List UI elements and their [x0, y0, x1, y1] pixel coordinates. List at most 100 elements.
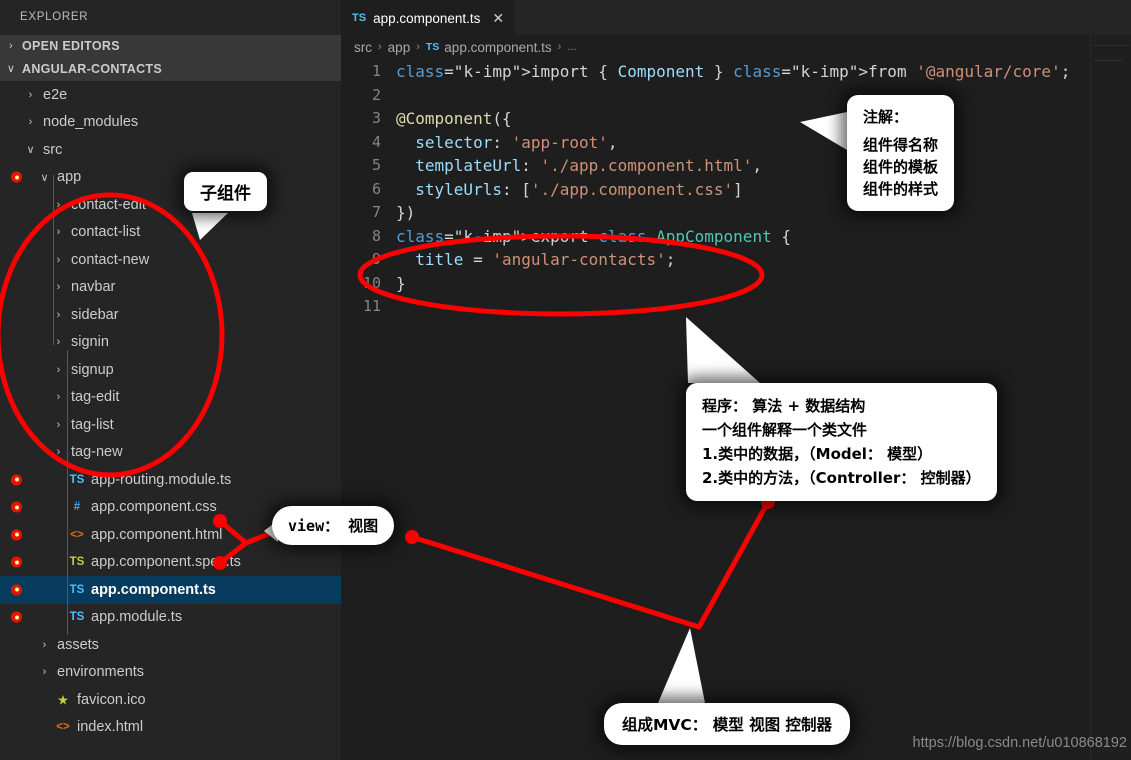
- callout-decorator: 注解： 组件得名称 组件的模板 组件的样式: [847, 95, 955, 211]
- explorer-sidebar: EXPLORER › OPEN EDITORS ∨ ANGULAR-CONTACTS …: [0, 0, 341, 760]
- error-badge-icon: [11, 474, 22, 486]
- chevron-right-icon: ›: [557, 41, 562, 53]
- tree-item-label: app.component.ts: [91, 581, 216, 598]
- code-text: class="k-imp">export class AppComponent …: [396, 226, 791, 246]
- line-number: 4: [371, 132, 381, 151]
- code-text: @Component({: [396, 109, 512, 128]
- callout-mvc: 组成MVC： 模型 视图 控制器: [604, 703, 850, 745]
- line-number: 6: [371, 179, 381, 198]
- vscode-window: EXPLORER › OPEN EDITORS ∨ ANGULAR-CONTACTS …: [0, 0, 1131, 760]
- tree-item-src[interactable]: ∨ src: [0, 136, 341, 164]
- code-text: styleUrls: ['./app.component.css']: [415, 179, 743, 199]
- tree-item-label: index.html: [77, 719, 144, 736]
- tree-item-label: tag-list: [71, 416, 114, 433]
- tree-item-favicon-ico[interactable]: ★ favicon.ico: [0, 686, 341, 714]
- explorer-sections: › OPEN EDITORS ∨ ANGULAR-CONTACTS: [0, 35, 341, 81]
- tree-item-label: app-routing.module.ts: [91, 471, 232, 488]
- watermark: https://blog.csdn.net/u010868192: [912, 735, 1127, 751]
- typescript-file-icon: TS: [352, 12, 367, 24]
- code-line: 5 templateUrl: './app.component.html',: [341, 154, 1131, 178]
- breadcrumb-item-app[interactable]: app: [388, 40, 411, 55]
- breadcrumb-item-file[interactable]: app.component.ts: [444, 40, 551, 55]
- close-icon[interactable]: ✕: [492, 11, 504, 25]
- typescript-file-icon: TS: [425, 41, 440, 53]
- callout-decorator-line1: 组件得名称: [863, 136, 939, 154]
- tree-item-label: src: [43, 141, 63, 158]
- code-text: class="k-imp">import { Component } class…: [396, 62, 1071, 81]
- tree-item-signin[interactable]: › signin: [0, 329, 341, 357]
- tree-item-app[interactable]: ∨ app: [0, 164, 341, 192]
- callout-mvc-text: 组成MVC： 模型 视图 控制器: [622, 716, 832, 734]
- error-badge-icon: [11, 556, 22, 568]
- tree-item-label: contact-new: [71, 251, 150, 268]
- tree-item-navbar[interactable]: › navbar: [0, 274, 341, 302]
- tree-item-index-html[interactable]: <> index.html: [0, 714, 341, 742]
- tree-item-app-component-ts[interactable]: TS app.component.ts: [0, 576, 341, 604]
- tree-item-app-module-ts[interactable]: TS app.module.ts: [0, 604, 341, 632]
- tree-item-label: sidebar: [71, 306, 119, 323]
- tree-item-contact-edit[interactable]: › contact-edit: [0, 191, 341, 219]
- code-line: 9 title = 'angular-contacts';: [341, 248, 1131, 272]
- line-number: 9: [371, 250, 381, 268]
- callout-view-text: view： 视图: [288, 517, 379, 535]
- error-badge-icon: [11, 171, 22, 183]
- chevron-icon: ›: [56, 391, 61, 404]
- line-number: 7: [371, 203, 381, 221]
- chevron-icon: ›: [28, 116, 33, 129]
- code-text: templateUrl: './app.component.html',: [415, 156, 763, 175]
- tree-item-label: contact-edit: [71, 196, 146, 213]
- tree-item-contact-new[interactable]: › contact-new: [0, 246, 341, 274]
- breadcrumb-overflow[interactable]: ...: [567, 41, 576, 53]
- tree-item-label: signup: [71, 361, 114, 378]
- tree-item-signup[interactable]: › signup: [0, 356, 341, 384]
- tree-item-label: node_modules: [43, 114, 139, 131]
- css-file-icon: #: [73, 501, 81, 514]
- tree-item-tag-edit[interactable]: › tag-edit: [0, 384, 341, 412]
- tree-item-app-routing-module-ts[interactable]: TS app-routing.module.ts: [0, 466, 341, 494]
- code-line: 7}): [341, 201, 1131, 225]
- tree-item-tag-new[interactable]: › tag-new: [0, 439, 341, 467]
- error-badge-icon: [11, 529, 22, 541]
- code-line: 8 class="k-imp">export class AppComponent…: [341, 225, 1131, 249]
- html-file-icon: <>: [70, 528, 84, 541]
- code-area[interactable]: 1 class="k-imp">import { Component } clas…: [341, 59, 1131, 319]
- chevron-icon: ›: [56, 418, 61, 431]
- chevron-icon: ›: [42, 638, 47, 651]
- tree-item-e2e[interactable]: › e2e: [0, 81, 341, 109]
- tree-item-node-modules[interactable]: › node_modules: [0, 109, 341, 137]
- callout-child-component-text: 子组件: [200, 184, 251, 204]
- html-file-icon: <>: [56, 721, 70, 734]
- tree-item-label: app.module.ts: [91, 609, 183, 626]
- callout-program: 程序： 算法 + 数据结构 一个组件解释一个类文件 1.类中的数据，（Model…: [686, 383, 997, 501]
- editor-tabbar: TS app.component.ts ✕: [341, 0, 1131, 35]
- callout-decorator-line3: 组件的样式: [863, 180, 939, 198]
- tree-item-label: navbar: [71, 279, 116, 296]
- code-line: 6 styleUrls: ['./app.component.css']: [341, 178, 1131, 202]
- chevron-icon: ∨: [40, 171, 49, 184]
- breadcrumb-item-src[interactable]: src: [354, 40, 372, 55]
- error-badge-icon: [11, 501, 22, 513]
- tree-item-environments[interactable]: › environments: [0, 659, 341, 687]
- tree-item-app-component-spec-ts[interactable]: TS app.component.spec.ts: [0, 549, 341, 577]
- callout-child-component: 子组件: [184, 172, 267, 211]
- tree-item-tag-list[interactable]: › tag-list: [0, 411, 341, 439]
- explorer-section-open-editors[interactable]: › OPEN EDITORS: [0, 35, 341, 58]
- explorer-title: EXPLORER: [0, 0, 341, 35]
- chevron-icon: ›: [9, 40, 13, 52]
- typescript-file-icon: TS: [69, 473, 85, 486]
- tree-item-label: tag-edit: [71, 389, 120, 406]
- tree-item-assets[interactable]: › assets: [0, 631, 341, 659]
- tree-item-contact-list[interactable]: › contact-list: [0, 219, 341, 247]
- editor-minimap[interactable]: [1090, 35, 1131, 760]
- callout-decorator-line2: 组件的模板: [863, 158, 939, 176]
- error-badge-icon: [11, 611, 22, 623]
- chevron-icon: ›: [28, 88, 33, 101]
- explorer-section-angular-contacts[interactable]: ∨ ANGULAR-CONTACTS: [0, 58, 341, 81]
- tree-item-sidebar[interactable]: › sidebar: [0, 301, 341, 329]
- favicon-file-icon: ★: [57, 694, 69, 707]
- tab-app-component-ts[interactable]: TS app.component.ts ✕: [341, 0, 515, 35]
- line-number: 2: [371, 85, 381, 104]
- callout-program-line3: 1.类中的数据，（Model： 模型）: [702, 445, 933, 463]
- tree-indent-guide: [53, 175, 54, 345]
- tree-item-label: signin: [71, 334, 109, 351]
